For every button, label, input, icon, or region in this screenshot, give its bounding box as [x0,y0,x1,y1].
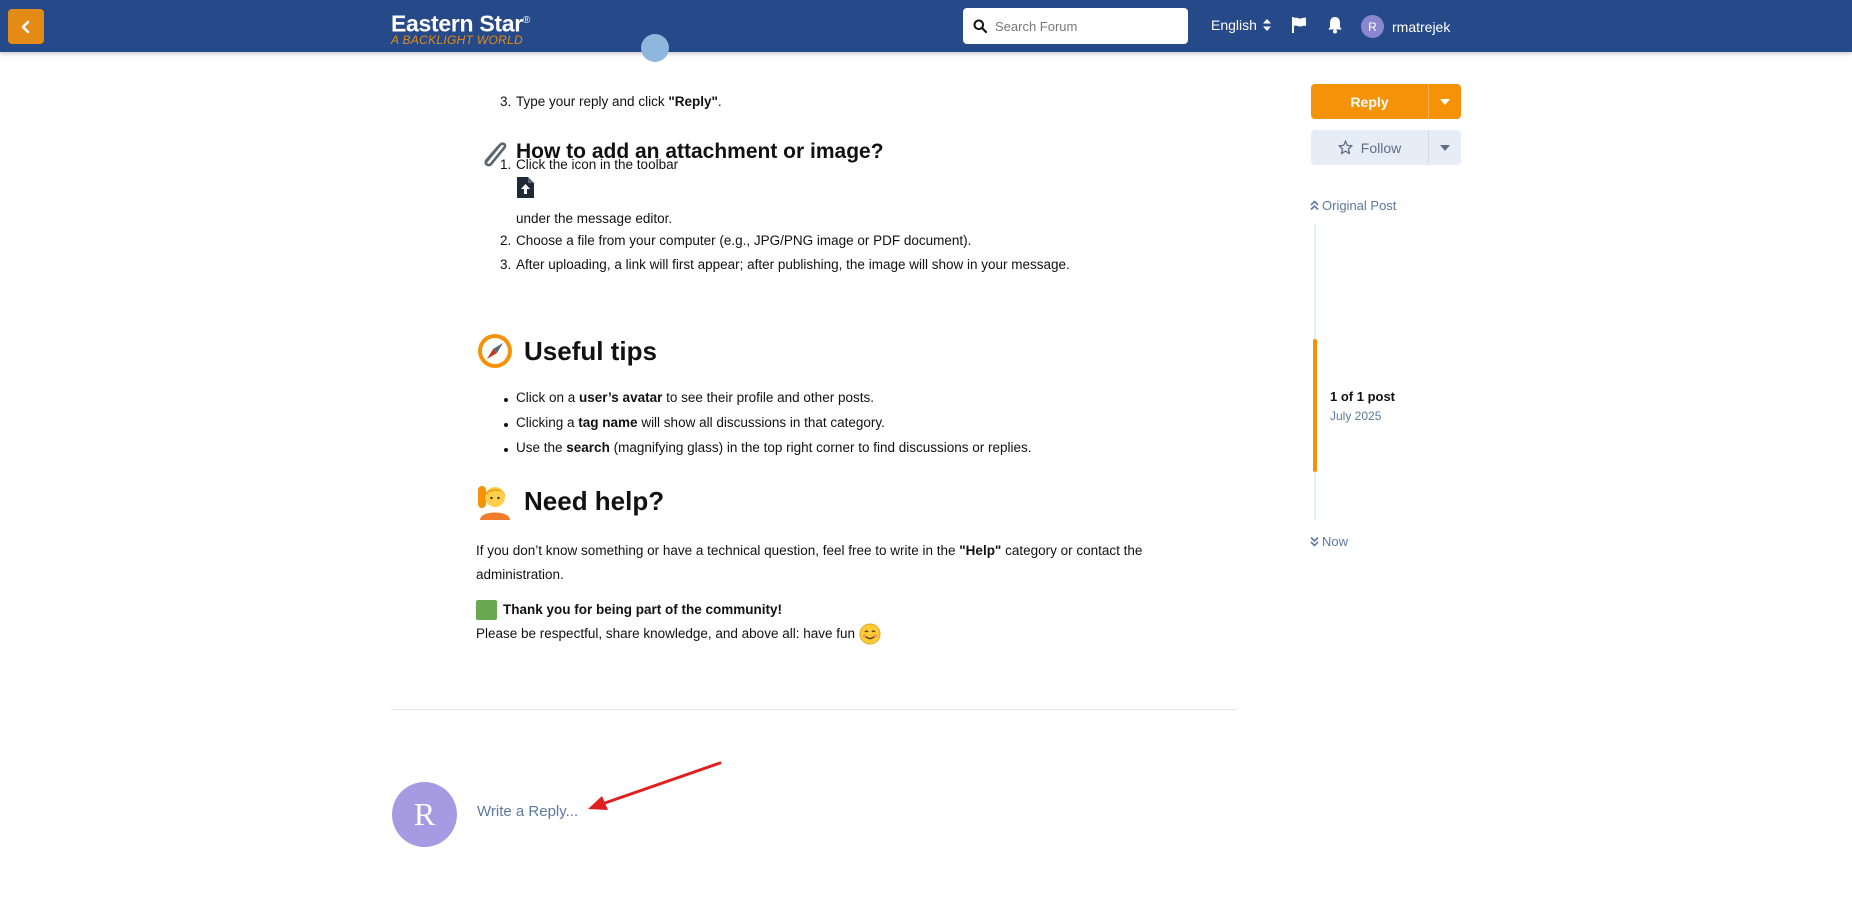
red-arrow-annotation [588,761,722,810]
follow-dropdown-button[interactable] [1428,130,1461,165]
list-item: Click on a user’s avatar to see their pr… [504,390,874,405]
post-divider [391,709,1237,710]
list-text: under the message editor. [516,211,673,226]
thanks-line: Thank you for being part of the communit… [476,598,1196,622]
language-selector[interactable]: English [1211,17,1271,33]
help-bold: "Help" [959,543,1002,558]
list-number: 2. [500,233,512,248]
reply-button[interactable]: Reply [1311,84,1428,119]
list-text: Use the [516,440,567,455]
list-bold: search [566,440,610,455]
flag-icon[interactable] [1291,16,1307,34]
language-label: English [1211,17,1257,33]
site-logo[interactable]: Eastern Star® A BACKLIGHT WORLD [391,9,530,46]
closing-text: Please be respectful, share knowledge, a… [476,626,856,641]
search-input[interactable] [995,18,1175,34]
now-label: Now [1322,534,1349,549]
list-text: Clicking a [516,415,579,430]
bullet [504,448,508,452]
section-title: Need help? [524,485,665,516]
partial-avatar [641,34,669,62]
reply-dropdown-button[interactable] [1428,84,1461,119]
list-item: Clicking a tag name will show all discus… [504,415,885,430]
checkmark-box-icon [476,600,497,620]
bell-icon[interactable] [1327,16,1343,34]
list-text: Click on a [516,390,580,405]
caret-down-icon [1440,144,1450,151]
step-bold: "Reply" [668,94,718,109]
list-item: 1. Click the icon in the toolbar [500,157,679,172]
file-upload-icon [517,177,534,198]
list-text: After uploading, a link will first appea… [516,257,1070,272]
bullet [504,398,508,402]
star-outline-icon [1338,140,1353,155]
avatar[interactable]: R [392,782,457,847]
list-text: (magnifying glass) in the top right corn… [609,440,1032,455]
chevron-left-icon [21,20,30,33]
section-title: Useful tips [524,335,657,366]
help-heading: Need help? [476,482,664,520]
avatar: R [1361,15,1384,38]
list-text: will show all discussions in that catego… [637,415,885,430]
help-text: If you don’t know something or have a te… [476,543,960,558]
search-box[interactable] [963,8,1188,44]
bullet [504,423,508,427]
list-text: Click the icon in the toolbar [516,157,679,172]
follow-button[interactable]: Follow [1311,130,1428,165]
scrubber-handle[interactable] [1313,339,1317,472]
original-post-link[interactable]: Original Post [1310,198,1396,213]
username: rmatrejek [1392,18,1451,35]
compass-icon [478,334,512,368]
double-chevron-down-icon [1310,536,1319,547]
list-item: Use the search (magnifying glass) in the… [504,440,1032,455]
caret-down-icon [1440,98,1450,105]
smiling-face-icon [859,623,881,645]
list-item: 3. After uploading, a link will first ap… [500,257,1070,272]
now-link[interactable]: Now [1310,534,1348,549]
search-icon [973,19,987,33]
sort-arrows-icon [1262,19,1271,31]
reply-step: 3. Type your reply and click "Reply". [500,94,722,109]
step-text: Type your reply and click [516,94,669,109]
list-bold: tag name [578,415,638,430]
closing-line: Please be respectful, share knowledge, a… [476,622,1196,646]
list-item: 2. Choose a file from your computer (e.g… [500,233,972,248]
list-text: Choose a file from your computer (e.g., … [516,233,972,248]
list-number: 1. [500,157,512,172]
tips-heading: Useful tips [476,332,657,370]
registered-mark: ® [522,15,530,26]
scrubber-date: July 2025 [1330,409,1382,423]
list-bold: user’s avatar [579,390,663,405]
help-paragraph: If you don’t know something or have a te… [476,539,1196,587]
list-number: 3. [500,94,512,109]
user-menu[interactable]: R rmatrejek [1361,15,1450,38]
write-reply-input[interactable]: Write a Reply... [477,803,578,820]
logo-tagline: A BACKLIGHT WORLD [391,32,524,47]
person-raising-hand-icon [478,486,510,520]
follow-label: Follow [1360,139,1402,156]
list-number: 3. [500,257,512,272]
double-chevron-up-icon [1310,200,1319,211]
original-post-label: Original Post [1322,198,1397,213]
back-button[interactable] [8,9,44,44]
thanks-text: Thank you for being part of the communit… [503,602,783,617]
list-item: under the message editor. [516,211,672,226]
scrubber-position: 1 of 1 post [1330,389,1396,404]
list-text: to see their profile and other posts. [662,390,874,405]
top-header: Eastern Star® A BACKLIGHT WORLD English … [0,0,1852,52]
step-suffix: . [717,94,722,109]
